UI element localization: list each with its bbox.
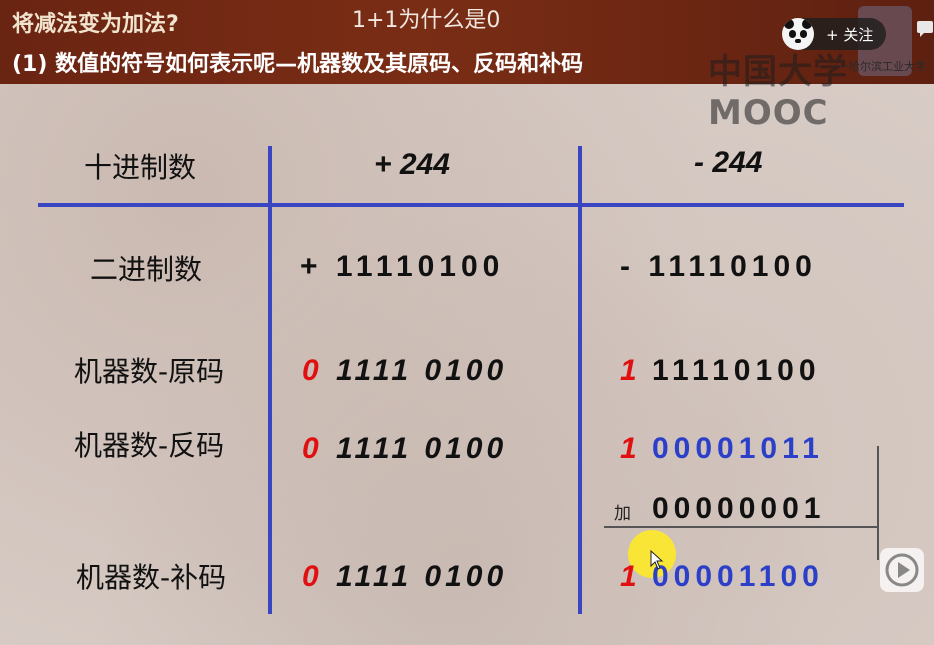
ones-complement-negative-sign: 1 xyxy=(620,432,637,465)
video-frame: 将减法变为加法? (1) 数值的符号如何表示呢—机器数及其原码、反码和补码 1+… xyxy=(0,0,934,645)
sign-magnitude-negative-sign: 1 xyxy=(620,354,637,387)
binary-positive: + 11110100 xyxy=(300,250,505,283)
ones-complement-negative-bits: 00001011 xyxy=(652,432,824,465)
binary-label: 二进制数 xyxy=(90,253,203,286)
ones-complement-positive-sign: 0 xyxy=(302,432,319,465)
twos-complement-negative-bits: 00001100 xyxy=(652,560,824,593)
ones-complement-positive-bits: 1111 0100 xyxy=(336,432,508,465)
addition-bits: 00000001 xyxy=(652,492,826,525)
twos-complement-negative-sign: 1 xyxy=(620,560,637,593)
cursor-icon xyxy=(650,550,664,570)
play-button[interactable] xyxy=(880,548,924,592)
sign-magnitude-positive-sign: 0 xyxy=(302,354,319,387)
header-positive: + 244 xyxy=(374,148,450,181)
sign-magnitude-positive-bits: 1111 0100 xyxy=(336,354,508,387)
binary-negative: - 11110100 xyxy=(620,250,817,283)
twos-complement-positive-bits: 1111 0100 xyxy=(336,560,508,593)
sign-magnitude-negative-bits: 11110100 xyxy=(652,354,821,387)
addition-label: 加 xyxy=(614,504,631,524)
header-negative: - 244 xyxy=(694,146,763,179)
sign-magnitude-label: 机器数-原码 xyxy=(74,355,225,388)
twos-complement-label: 机器数-补码 xyxy=(76,561,227,594)
play-icon xyxy=(885,553,919,587)
twos-complement-positive-sign: 0 xyxy=(302,560,319,593)
header-decimal-label: 十进制数 xyxy=(84,151,197,184)
table-grid xyxy=(38,146,904,614)
ones-complement-label: 机器数-反码 xyxy=(74,429,225,462)
